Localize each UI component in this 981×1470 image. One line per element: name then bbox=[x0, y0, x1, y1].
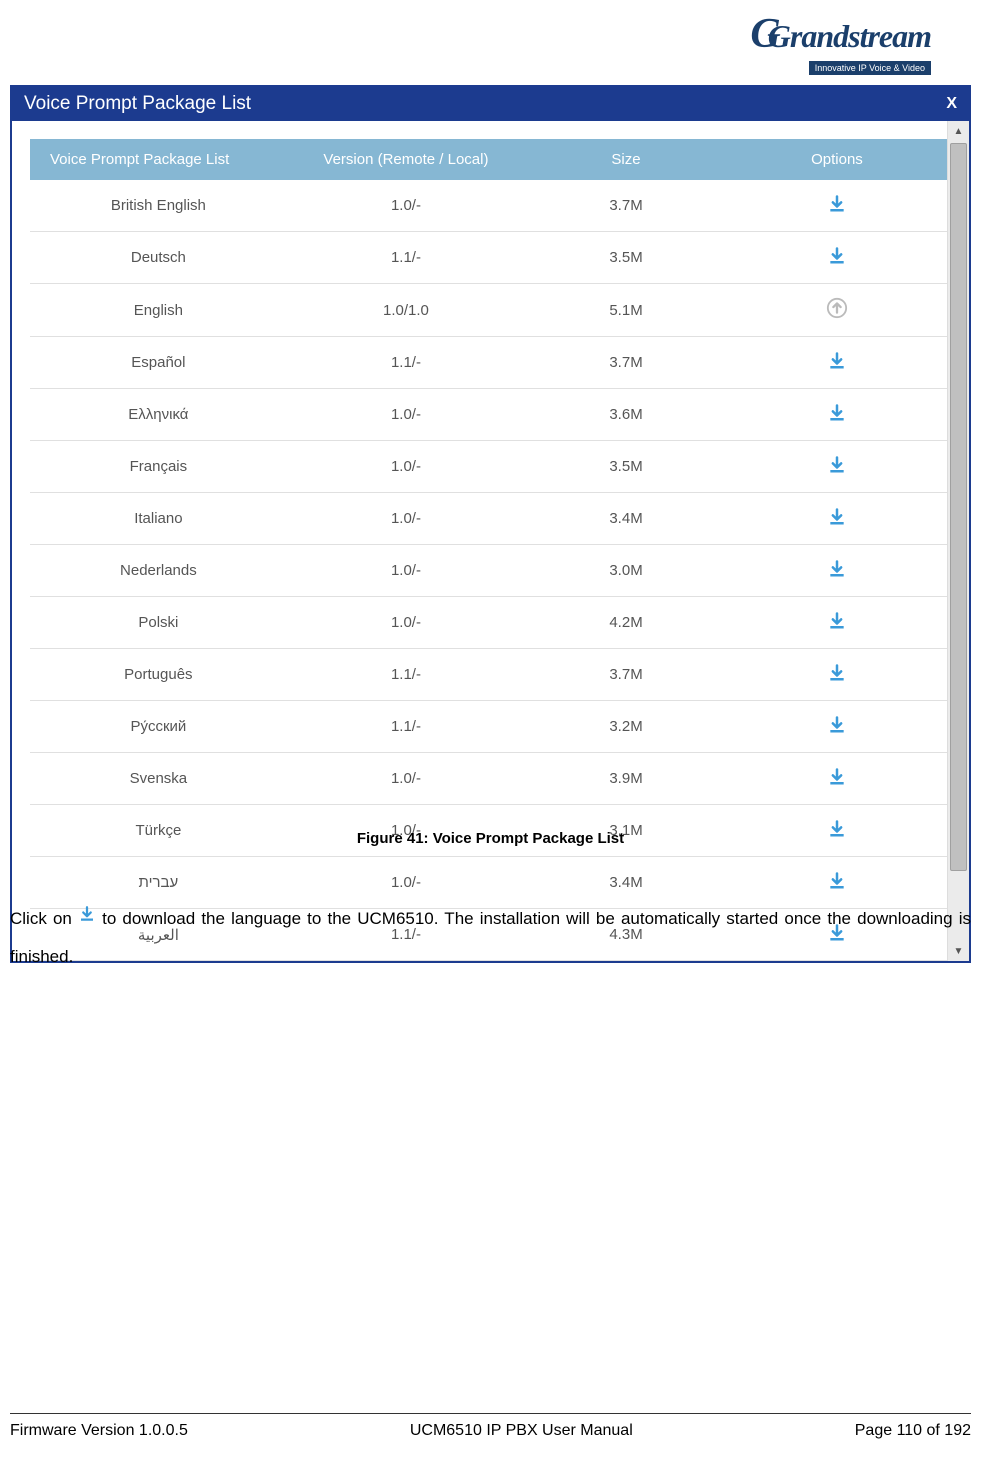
footer-title: UCM6510 IP PBX User Manual bbox=[410, 1422, 633, 1440]
download-icon[interactable] bbox=[826, 714, 848, 736]
download-icon[interactable] bbox=[826, 870, 848, 892]
table-row: Polski1.0/-4.2M bbox=[30, 597, 947, 649]
upload-disabled-icon bbox=[826, 297, 848, 319]
cell-options bbox=[727, 701, 947, 753]
cell-package-name: Polski bbox=[30, 597, 287, 649]
cell-package-name: Nederlands bbox=[30, 545, 287, 597]
download-icon[interactable] bbox=[826, 766, 848, 788]
cell-size: 3.4M bbox=[525, 493, 727, 545]
cell-version: 1.0/1.0 bbox=[287, 284, 525, 337]
cell-size: 3.0M bbox=[525, 545, 727, 597]
cell-options bbox=[727, 232, 947, 284]
scroll-up-icon[interactable]: ▲ bbox=[948, 121, 969, 141]
download-icon[interactable] bbox=[826, 558, 848, 580]
instruction-part1: Click on bbox=[10, 909, 78, 928]
cell-version: 1.0/- bbox=[287, 545, 525, 597]
table-row: Nederlands1.0/-3.0M bbox=[30, 545, 947, 597]
instruction-text: Click on to download the language to the… bbox=[10, 900, 971, 976]
download-icon[interactable] bbox=[826, 610, 848, 632]
cell-package-name: British English bbox=[30, 180, 287, 232]
table-row: Deutsch1.1/-3.5M bbox=[30, 232, 947, 284]
cell-size: 5.1M bbox=[525, 284, 727, 337]
table-row: British English1.0/-3.7M bbox=[30, 180, 947, 232]
cell-version: 1.0/- bbox=[287, 753, 525, 805]
cell-size: 3.6M bbox=[525, 389, 727, 441]
download-icon[interactable] bbox=[826, 245, 848, 267]
cell-package-name: Svenska bbox=[30, 753, 287, 805]
table-row: English1.0/1.05.1M bbox=[30, 284, 947, 337]
logo-text: Grandstream bbox=[768, 18, 931, 54]
table-row: Português1.1/-3.7M bbox=[30, 649, 947, 701]
dialog-title: Voice Prompt Package List bbox=[24, 93, 251, 115]
cell-size: 3.7M bbox=[525, 649, 727, 701]
page-footer: Firmware Version 1.0.0.5 UCM6510 IP PBX … bbox=[10, 1413, 971, 1440]
cell-size: 3.7M bbox=[525, 337, 727, 389]
col-size: Size bbox=[525, 139, 727, 180]
brand-logo: GGrandstream Innovative IP Voice & Video bbox=[750, 10, 931, 76]
table-header-row: Voice Prompt Package List Version (Remot… bbox=[30, 139, 947, 180]
table-row: Ελληνικά1.0/-3.6M bbox=[30, 389, 947, 441]
cell-options bbox=[727, 597, 947, 649]
cell-version: 1.0/- bbox=[287, 180, 525, 232]
cell-options bbox=[727, 284, 947, 337]
cell-options bbox=[727, 337, 947, 389]
download-icon[interactable] bbox=[826, 454, 848, 476]
cell-package-name: Ελληνικά bbox=[30, 389, 287, 441]
footer-page: Page 110 of 192 bbox=[855, 1422, 971, 1440]
close-icon[interactable]: X bbox=[946, 95, 957, 113]
cell-version: 1.0/- bbox=[287, 493, 525, 545]
cell-package-name: Deutsch bbox=[30, 232, 287, 284]
download-icon bbox=[78, 899, 96, 936]
cell-size: 3.7M bbox=[525, 180, 727, 232]
cell-package-name: Português bbox=[30, 649, 287, 701]
table-row: Svenska1.0/-3.9M bbox=[30, 753, 947, 805]
cell-version: 1.1/- bbox=[287, 232, 525, 284]
cell-package-name: Français bbox=[30, 441, 287, 493]
cell-options bbox=[727, 545, 947, 597]
cell-package-name: Español bbox=[30, 337, 287, 389]
dialog-header: Voice Prompt Package List X bbox=[12, 87, 969, 121]
col-version: Version (Remote / Local) bbox=[287, 139, 525, 180]
download-icon[interactable] bbox=[826, 350, 848, 372]
cell-version: 1.0/- bbox=[287, 441, 525, 493]
scroll-thumb[interactable] bbox=[950, 143, 967, 871]
download-icon[interactable] bbox=[826, 193, 848, 215]
cell-options bbox=[727, 493, 947, 545]
download-icon[interactable] bbox=[826, 506, 848, 528]
cell-size: 3.5M bbox=[525, 232, 727, 284]
table-row: Español1.1/-3.7M bbox=[30, 337, 947, 389]
cell-version: 1.1/- bbox=[287, 337, 525, 389]
cell-options bbox=[727, 389, 947, 441]
table-row: Français1.0/-3.5M bbox=[30, 441, 947, 493]
cell-size: 3.9M bbox=[525, 753, 727, 805]
cell-package-name: Italiano bbox=[30, 493, 287, 545]
cell-options bbox=[727, 649, 947, 701]
cell-size: 3.2M bbox=[525, 701, 727, 753]
download-icon[interactable] bbox=[826, 402, 848, 424]
col-options: Options bbox=[727, 139, 947, 180]
cell-version: 1.1/- bbox=[287, 701, 525, 753]
cell-version: 1.0/- bbox=[287, 389, 525, 441]
logo-tagline: Innovative IP Voice & Video bbox=[809, 61, 931, 75]
col-package: Voice Prompt Package List bbox=[30, 139, 287, 180]
cell-options bbox=[727, 441, 947, 493]
cell-size: 3.5M bbox=[525, 441, 727, 493]
cell-package-name: Ру́сский bbox=[30, 701, 287, 753]
table-row: Italiano1.0/-3.4M bbox=[30, 493, 947, 545]
cell-version: 1.0/- bbox=[287, 597, 525, 649]
cell-version: 1.1/- bbox=[287, 649, 525, 701]
footer-firmware: Firmware Version 1.0.0.5 bbox=[10, 1422, 188, 1440]
download-icon[interactable] bbox=[826, 662, 848, 684]
cell-package-name: English bbox=[30, 284, 287, 337]
figure-caption: Figure 41: Voice Prompt Package List bbox=[0, 830, 981, 847]
instruction-part2: to download the language to the UCM6510.… bbox=[10, 909, 971, 966]
cell-size: 4.2M bbox=[525, 597, 727, 649]
table-row: Ру́сский1.1/-3.2M bbox=[30, 701, 947, 753]
cell-options bbox=[727, 180, 947, 232]
cell-options bbox=[727, 753, 947, 805]
